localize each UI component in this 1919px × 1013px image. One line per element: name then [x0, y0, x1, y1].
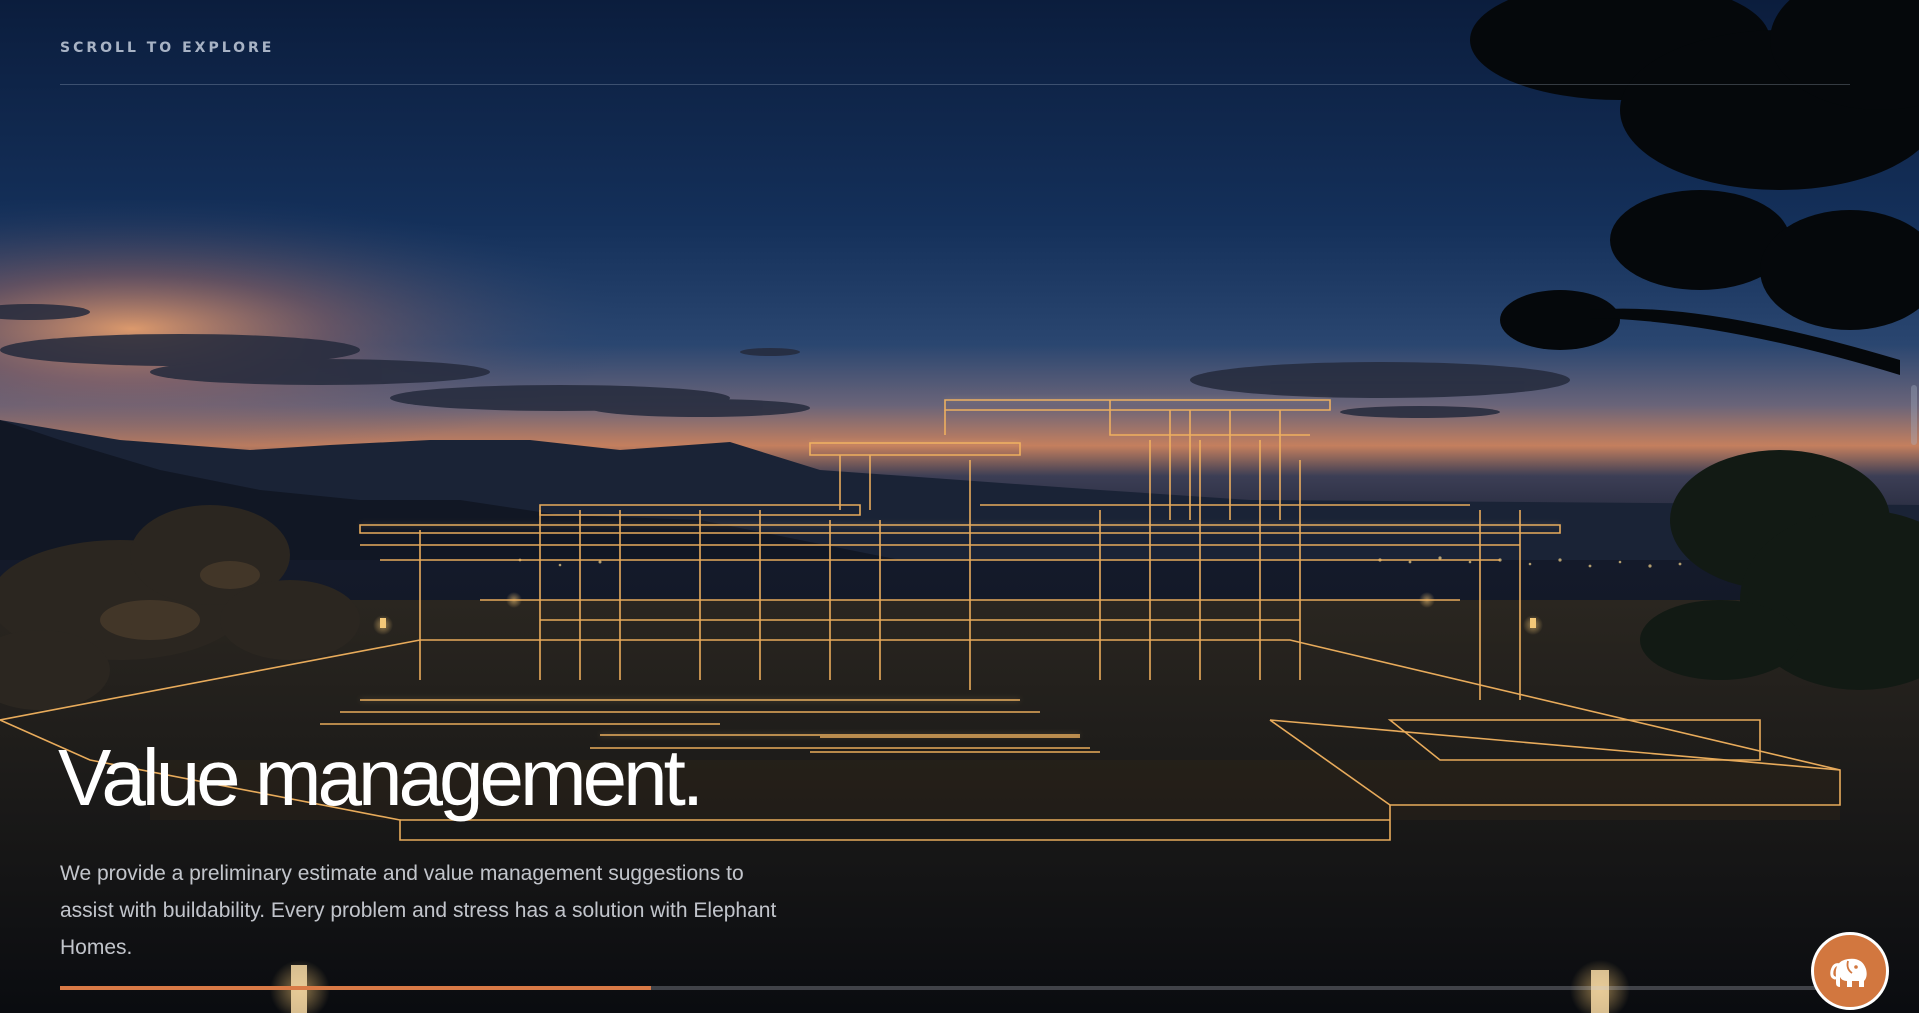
elephant-icon [1830, 958, 1867, 987]
slide-progress-fill [60, 986, 651, 990]
hero-section: SCROLL TO EXPLORE Value management. We p… [0, 0, 1919, 1013]
hero-description: We provide a preliminary estimate and va… [60, 862, 777, 959]
elephant-logo-button[interactable] [1811, 932, 1889, 1010]
slide-progress-bar [60, 986, 1850, 990]
scroll-to-explore-label: SCROLL TO EXPLORE [60, 40, 275, 56]
top-divider [60, 84, 1850, 85]
page-scrollbar-thumb[interactable] [1911, 385, 1917, 445]
page-title: Value management. [58, 733, 704, 822]
